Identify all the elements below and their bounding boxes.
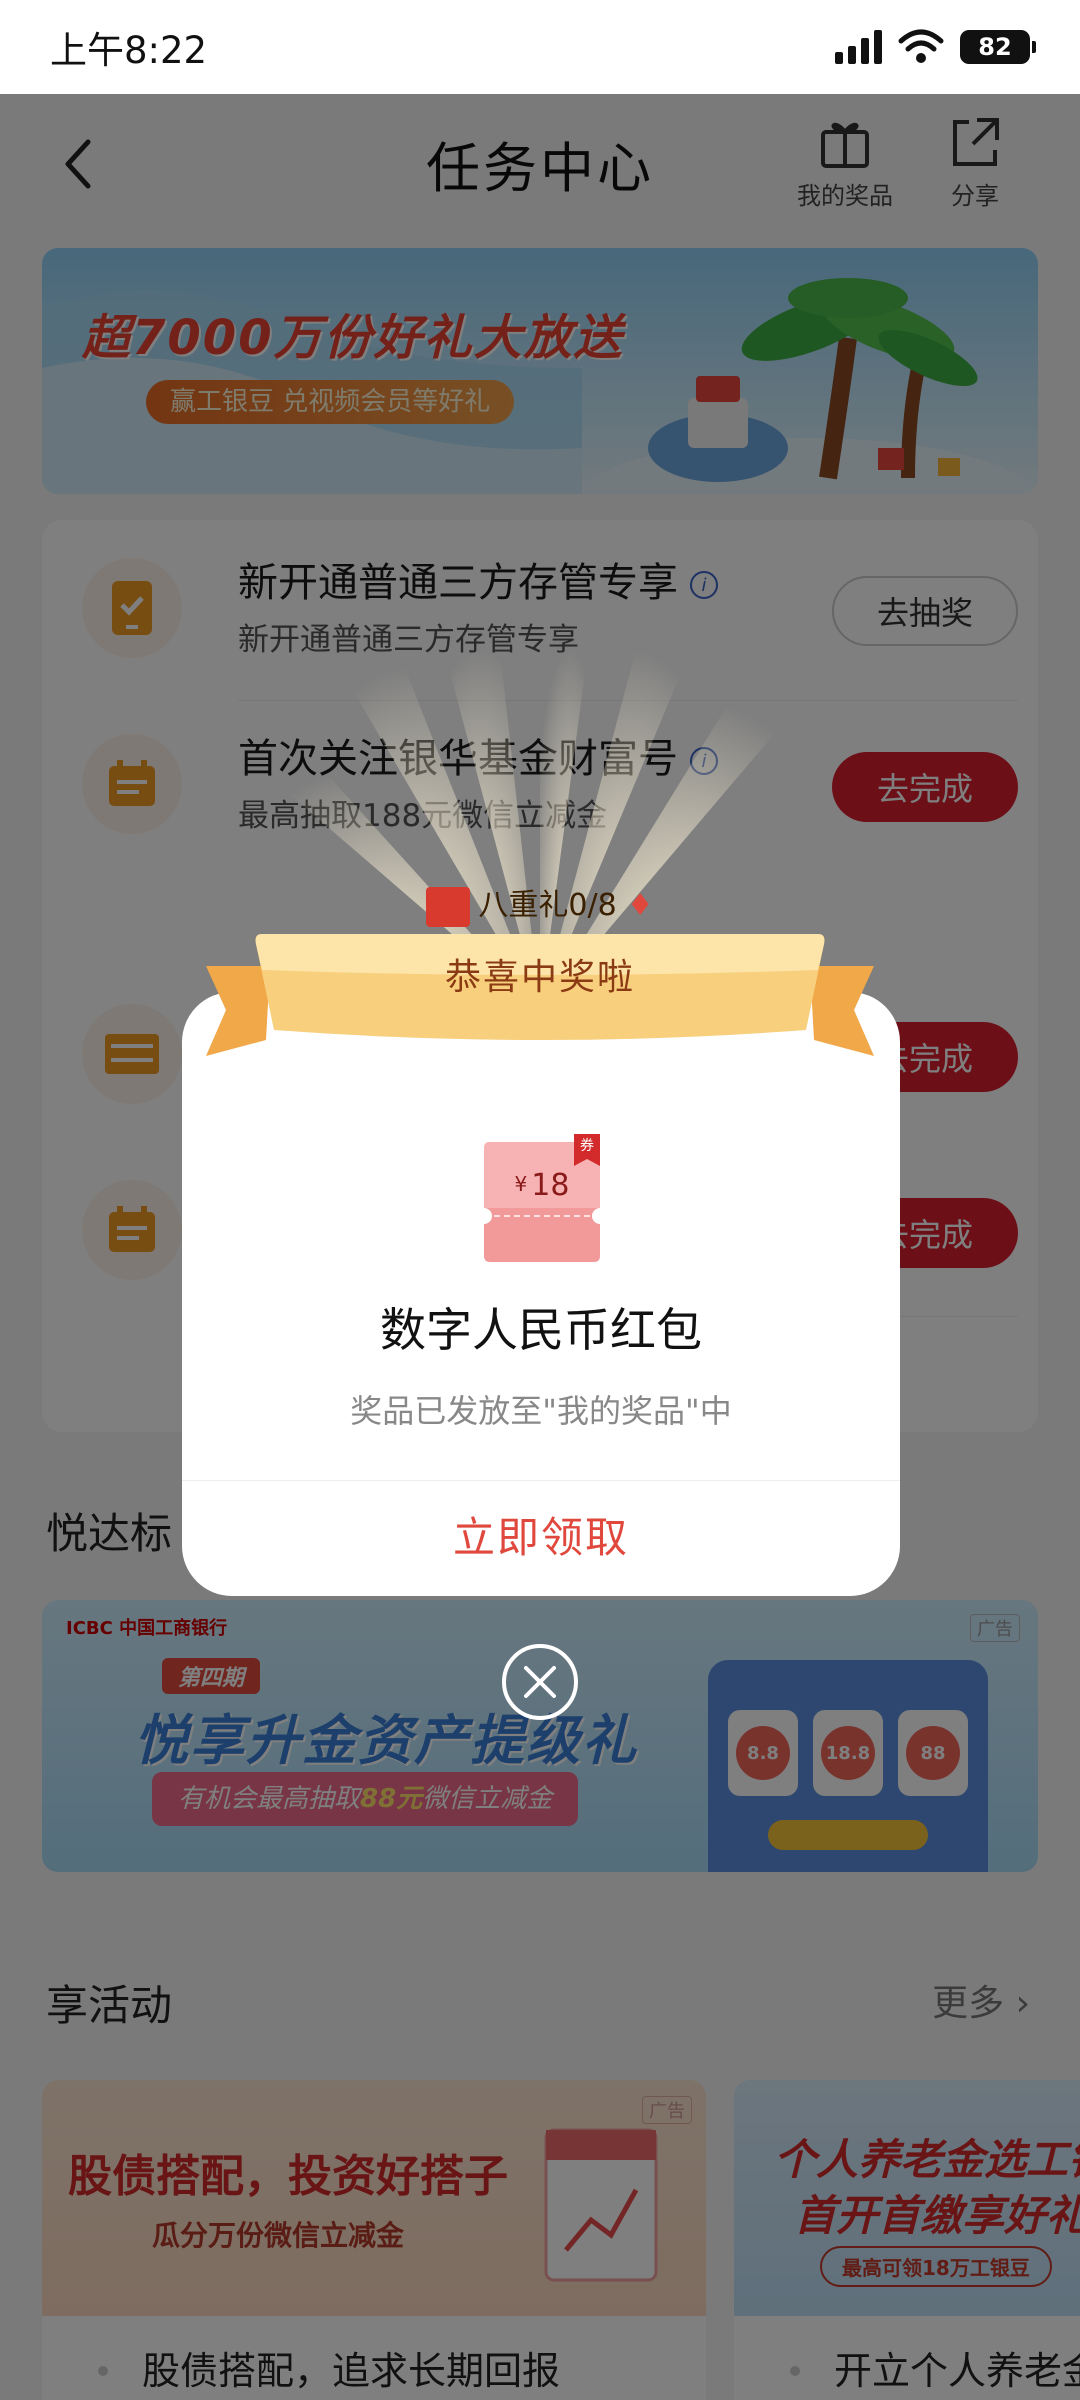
diamond-icon: ♦ [626, 888, 654, 923]
modal-ribbon: 恭喜中奖啦 [0, 930, 1080, 1070]
coupon-amount: 18 [531, 1168, 570, 1203]
prize-name: 数字人民币红包 [380, 1303, 702, 1357]
status-bar: 上午8:22 82 [0, 0, 1080, 94]
battery-icon: 82 [960, 30, 1036, 64]
status-icons: 82 [835, 29, 1036, 65]
signal-icon [835, 30, 882, 64]
gift-box-icon [426, 886, 471, 927]
modal-divider [182, 1480, 900, 1481]
wifi-icon [898, 29, 944, 63]
coupon-currency: ¥ [514, 1172, 528, 1196]
battery-level: 82 [978, 33, 1012, 61]
progress-label: 八重礼0/8 [478, 888, 617, 923]
claim-button[interactable]: 立即领取 [182, 1496, 900, 1580]
coupon-card: 券 ¥18 [480, 1134, 604, 1266]
progress-indicator: 八重礼0/8 ♦ [0, 880, 1080, 927]
status-time: 上午8:22 [50, 29, 208, 72]
modal-ribbon-text: 恭喜中奖啦 [444, 957, 635, 998]
close-icon[interactable] [500, 1642, 580, 1722]
prize-note: 奖品已发放至"我的奖品"中 [350, 1392, 732, 1430]
coupon-value: ¥18 [480, 1168, 604, 1203]
